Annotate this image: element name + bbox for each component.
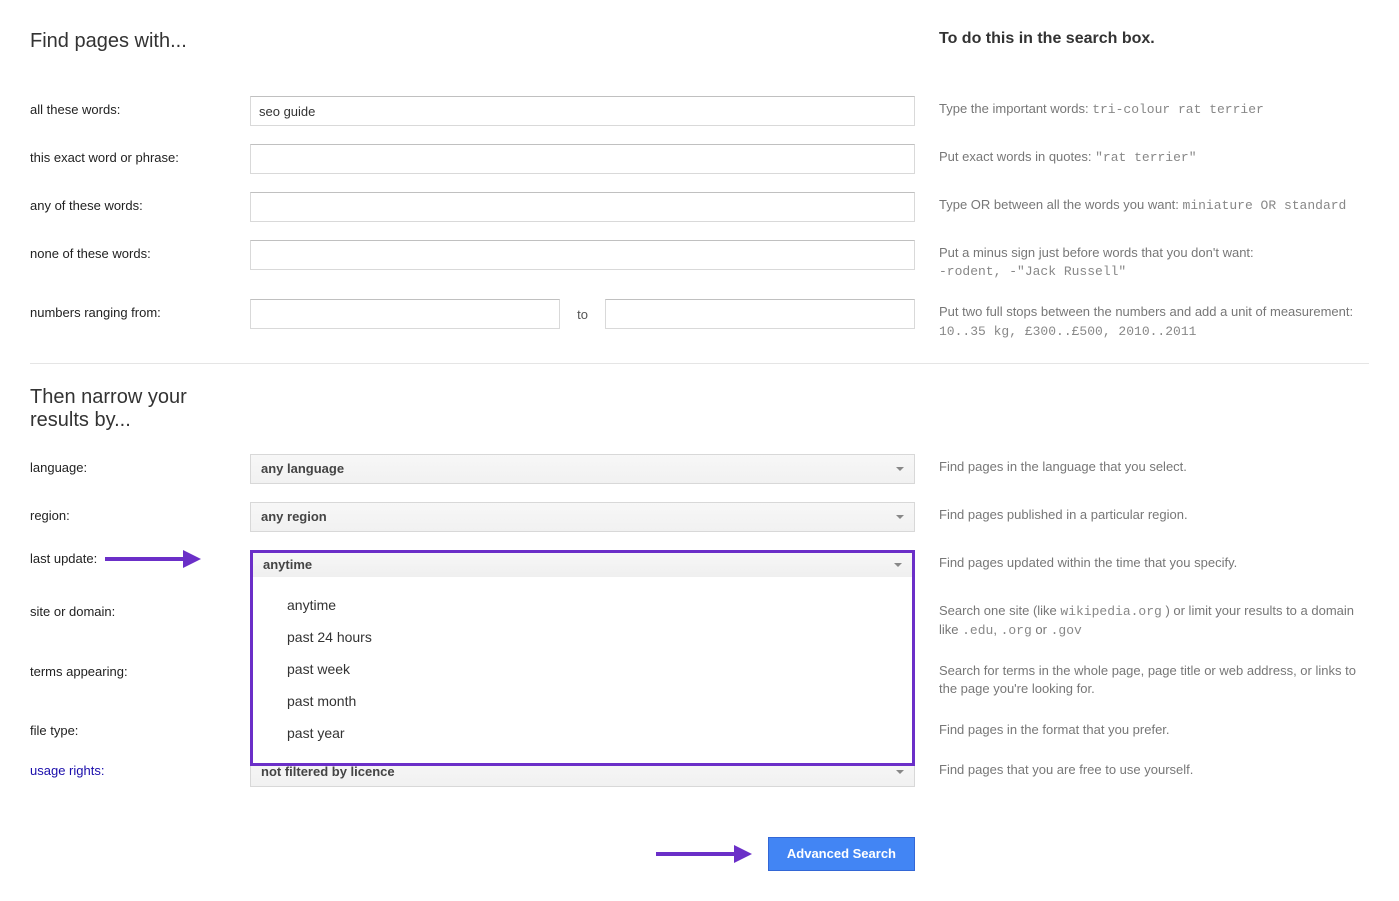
file-type-label: file type: <box>30 717 250 738</box>
usage-rights-help: Find pages that you are free to use your… <box>915 757 1369 779</box>
exact-phrase-help: Put exact words in quotes: "rat terrier" <box>915 144 1369 167</box>
none-words-input[interactable] <box>250 240 915 270</box>
chevron-down-icon <box>896 770 904 774</box>
find-heading: Find pages with... <box>30 30 250 53</box>
numbers-to-text: to <box>560 307 605 322</box>
last-update-option[interactable]: past year <box>253 717 912 749</box>
numbers-to-input[interactable] <box>605 299 915 329</box>
region-dropdown[interactable]: any region <box>250 502 915 532</box>
chevron-down-icon <box>896 467 904 471</box>
any-words-input[interactable] <box>250 192 915 222</box>
annotation-arrow-icon <box>105 550 201 568</box>
section-divider <box>30 363 1369 364</box>
last-update-option[interactable]: past month <box>253 685 912 717</box>
help-heading: To do this in the search box. <box>939 30 1369 48</box>
any-words-help: Type OR between all the words you want: … <box>915 192 1369 215</box>
all-words-label: all these words: <box>30 96 250 117</box>
last-update-option[interactable]: anytime <box>253 589 912 621</box>
numbers-range-help: Put two full stops between the numbers a… <box>915 299 1369 340</box>
last-update-help: Find pages updated within the time that … <box>915 550 1369 572</box>
region-label: region: <box>30 502 250 523</box>
language-help: Find pages in the language that you sele… <box>915 454 1369 476</box>
language-label: language: <box>30 454 250 475</box>
numbers-range-label: numbers ranging from: <box>30 299 250 320</box>
exact-phrase-input[interactable] <box>250 144 915 174</box>
last-update-label: last update: <box>30 551 97 566</box>
site-domain-label: site or domain: <box>30 598 250 619</box>
last-update-dropdown-list: anytime past 24 hours past week past mon… <box>250 577 915 766</box>
any-words-label: any of these words: <box>30 192 250 213</box>
last-update-option[interactable]: past 24 hours <box>253 621 912 653</box>
site-domain-help: Search one site (like wikipedia.org ) or… <box>915 598 1369 640</box>
annotation-arrow-icon <box>656 845 752 863</box>
none-words-label: none of these words: <box>30 240 250 261</box>
last-update-option[interactable]: past week <box>253 653 912 685</box>
file-type-help: Find pages in the format that you prefer… <box>915 717 1369 739</box>
language-dropdown[interactable]: any language <box>250 454 915 484</box>
all-words-input[interactable] <box>250 96 915 126</box>
region-help: Find pages published in a particular reg… <box>915 502 1369 524</box>
chevron-down-icon <box>896 515 904 519</box>
last-update-dropdown[interactable]: anytime <box>250 550 915 580</box>
none-words-help: Put a minus sign just before words that … <box>915 240 1369 281</box>
exact-phrase-label: this exact word or phrase: <box>30 144 250 165</box>
chevron-down-icon <box>894 563 902 567</box>
usage-rights-label[interactable]: usage rights: <box>30 757 250 778</box>
narrow-heading: Then narrow your results by... <box>30 386 250 432</box>
advanced-search-button[interactable]: Advanced Search <box>768 837 915 871</box>
terms-appearing-help: Search for terms in the whole page, page… <box>915 658 1369 698</box>
numbers-from-input[interactable] <box>250 299 560 329</box>
terms-appearing-label: terms appearing: <box>30 658 250 679</box>
all-words-help: Type the important words: tri-colour rat… <box>915 96 1369 119</box>
